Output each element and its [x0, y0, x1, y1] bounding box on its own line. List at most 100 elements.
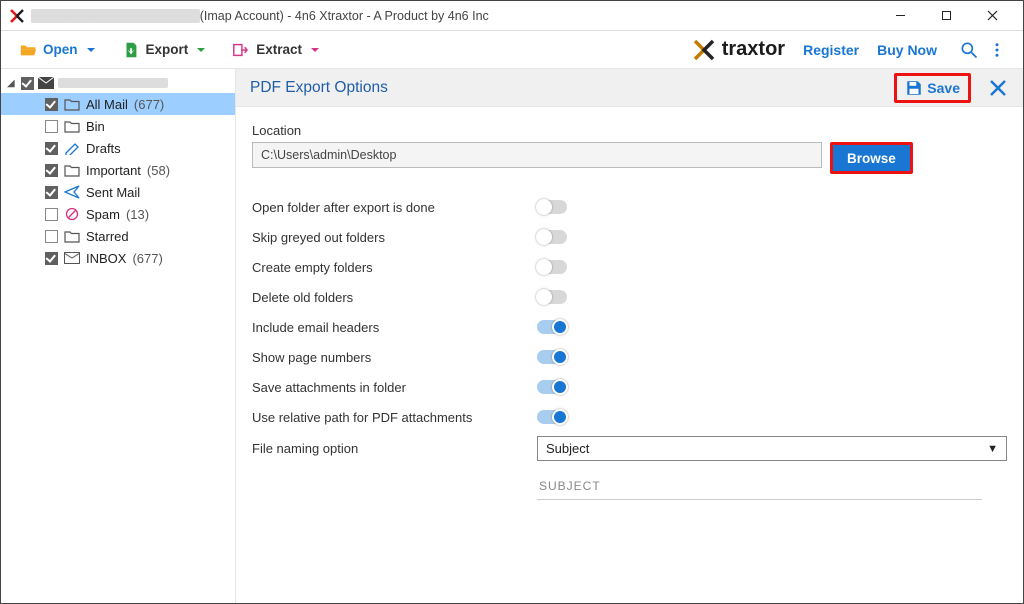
tree-item-bin[interactable]: Bin — [1, 115, 235, 137]
export-label: Export — [146, 42, 189, 57]
spam-icon — [64, 207, 80, 221]
window-title: xxxxxxxxxxxxxxxxxxxxxxxxxxx(Imap Account… — [31, 9, 877, 23]
save-icon — [905, 79, 923, 97]
location-label: Location — [252, 123, 1007, 138]
checkbox[interactable] — [45, 120, 58, 133]
app-logo-icon — [9, 8, 25, 24]
search-button[interactable] — [955, 36, 983, 64]
inbox-icon — [64, 251, 80, 265]
checkbox[interactable] — [21, 77, 34, 90]
option-row: Use relative path for PDF attachments — [252, 402, 1007, 432]
tree-item-count: (58) — [147, 163, 170, 178]
expander-icon[interactable]: ◢ — [7, 78, 17, 89]
save-label: Save — [927, 80, 960, 96]
file-naming-select[interactable]: Subject ▼ — [537, 436, 1007, 461]
folder-tree-sidebar: ◢ All Mail (677) Bin Drafts Important (58) S… — [1, 69, 236, 603]
tree-item-inbox[interactable]: INBOX (677) — [1, 247, 235, 269]
open-menu-button[interactable]: Open — [13, 37, 102, 63]
open-label: Open — [43, 42, 78, 57]
folder-icon — [64, 229, 80, 243]
sent-icon — [64, 185, 80, 199]
tree-root-account[interactable]: ◢ — [1, 73, 235, 93]
option-label: Create empty folders — [252, 260, 537, 275]
toggle-switch[interactable] — [537, 230, 567, 244]
option-row: Delete old folders — [252, 282, 1007, 312]
window-maximize-button[interactable] — [923, 1, 969, 31]
checkbox[interactable] — [45, 164, 58, 177]
option-row: Skip greyed out folders — [252, 222, 1007, 252]
tree-item-sent-mail[interactable]: Sent Mail — [1, 181, 235, 203]
envelope-icon — [38, 76, 54, 90]
checkbox[interactable] — [45, 98, 58, 111]
chevron-down-icon — [86, 45, 96, 55]
checkbox[interactable] — [45, 186, 58, 199]
chevron-down-icon — [310, 45, 320, 55]
tree-item-label: Spam — [86, 207, 120, 222]
option-row: Open folder after export is done — [252, 192, 1007, 222]
extract-icon — [232, 41, 250, 59]
option-row: Create empty folders — [252, 252, 1007, 282]
toggle-switch[interactable] — [537, 350, 567, 364]
toggle-switch[interactable] — [537, 290, 567, 304]
folder-icon — [64, 163, 80, 177]
tree-item-label: INBOX — [86, 251, 126, 266]
toggle-switch[interactable] — [537, 320, 567, 334]
account-label-redacted — [58, 78, 168, 88]
toggle-switch[interactable] — [537, 380, 567, 394]
tree-item-label: Sent Mail — [86, 185, 140, 200]
main-toolbar: Open Export Extract traxtor Register Buy… — [1, 31, 1023, 69]
option-label: Delete old folders — [252, 290, 537, 305]
export-menu-button[interactable]: Export — [116, 37, 213, 63]
export-options-panel: PDF Export Options Save Location Browse … — [236, 69, 1023, 603]
option-label: Show page numbers — [252, 350, 537, 365]
tree-item-all-mail[interactable]: All Mail (677) — [1, 93, 235, 115]
tree-item-label: Drafts — [86, 141, 121, 156]
tree-item-label: All Mail — [86, 97, 128, 112]
tree-item-label: Starred — [86, 229, 129, 244]
close-panel-button[interactable] — [987, 77, 1009, 99]
location-input[interactable] — [252, 142, 822, 168]
buy-now-link[interactable]: Buy Now — [877, 42, 937, 58]
tree-item-count: (677) — [134, 97, 164, 112]
checkbox[interactable] — [45, 230, 58, 243]
browse-button[interactable]: Browse — [833, 145, 910, 171]
toggle-switch[interactable] — [537, 410, 567, 424]
tree-item-starred[interactable]: Starred — [1, 225, 235, 247]
extract-label: Extract — [256, 42, 302, 57]
brand-logo: traxtor — [692, 38, 785, 62]
folder-icon — [64, 119, 80, 133]
tree-item-count: (677) — [132, 251, 162, 266]
option-label: Use relative path for PDF attachments — [252, 410, 537, 425]
panel-title: PDF Export Options — [250, 79, 894, 97]
window-minimize-button[interactable] — [877, 1, 923, 31]
option-label: Skip greyed out folders — [252, 230, 537, 245]
panel-header: PDF Export Options Save — [236, 69, 1023, 107]
checkbox[interactable] — [45, 208, 58, 221]
extract-menu-button[interactable]: Extract — [226, 37, 326, 63]
more-menu-button[interactable] — [983, 36, 1011, 64]
register-link[interactable]: Register — [803, 42, 859, 58]
tree-item-label: Important — [86, 163, 141, 178]
window-close-button[interactable] — [969, 1, 1015, 31]
option-label: Include email headers — [252, 320, 537, 335]
chevron-down-icon: ▼ — [987, 443, 998, 455]
toggle-switch[interactable] — [537, 260, 567, 274]
tree-item-important[interactable]: Important (58) — [1, 159, 235, 181]
browse-button-highlight: Browse — [830, 142, 913, 174]
tree-item-spam[interactable]: Spam (13) — [1, 203, 235, 225]
checkbox[interactable] — [45, 252, 58, 265]
save-button[interactable]: Save — [894, 73, 971, 103]
option-row: Save attachments in folder — [252, 372, 1007, 402]
brand-x-icon — [692, 38, 716, 62]
option-row: Show page numbers — [252, 342, 1007, 372]
option-label: Save attachments in folder — [252, 380, 537, 395]
option-row: Include email headers — [252, 312, 1007, 342]
file-export-icon — [122, 41, 140, 59]
tree-item-label: Bin — [86, 119, 105, 134]
toggle-switch[interactable] — [537, 200, 567, 214]
tree-item-drafts[interactable]: Drafts — [1, 137, 235, 159]
option-label: Open folder after export is done — [252, 200, 537, 215]
chevron-down-icon — [196, 45, 206, 55]
window-titlebar: xxxxxxxxxxxxxxxxxxxxxxxxxxx(Imap Account… — [1, 1, 1023, 31]
checkbox[interactable] — [45, 142, 58, 155]
